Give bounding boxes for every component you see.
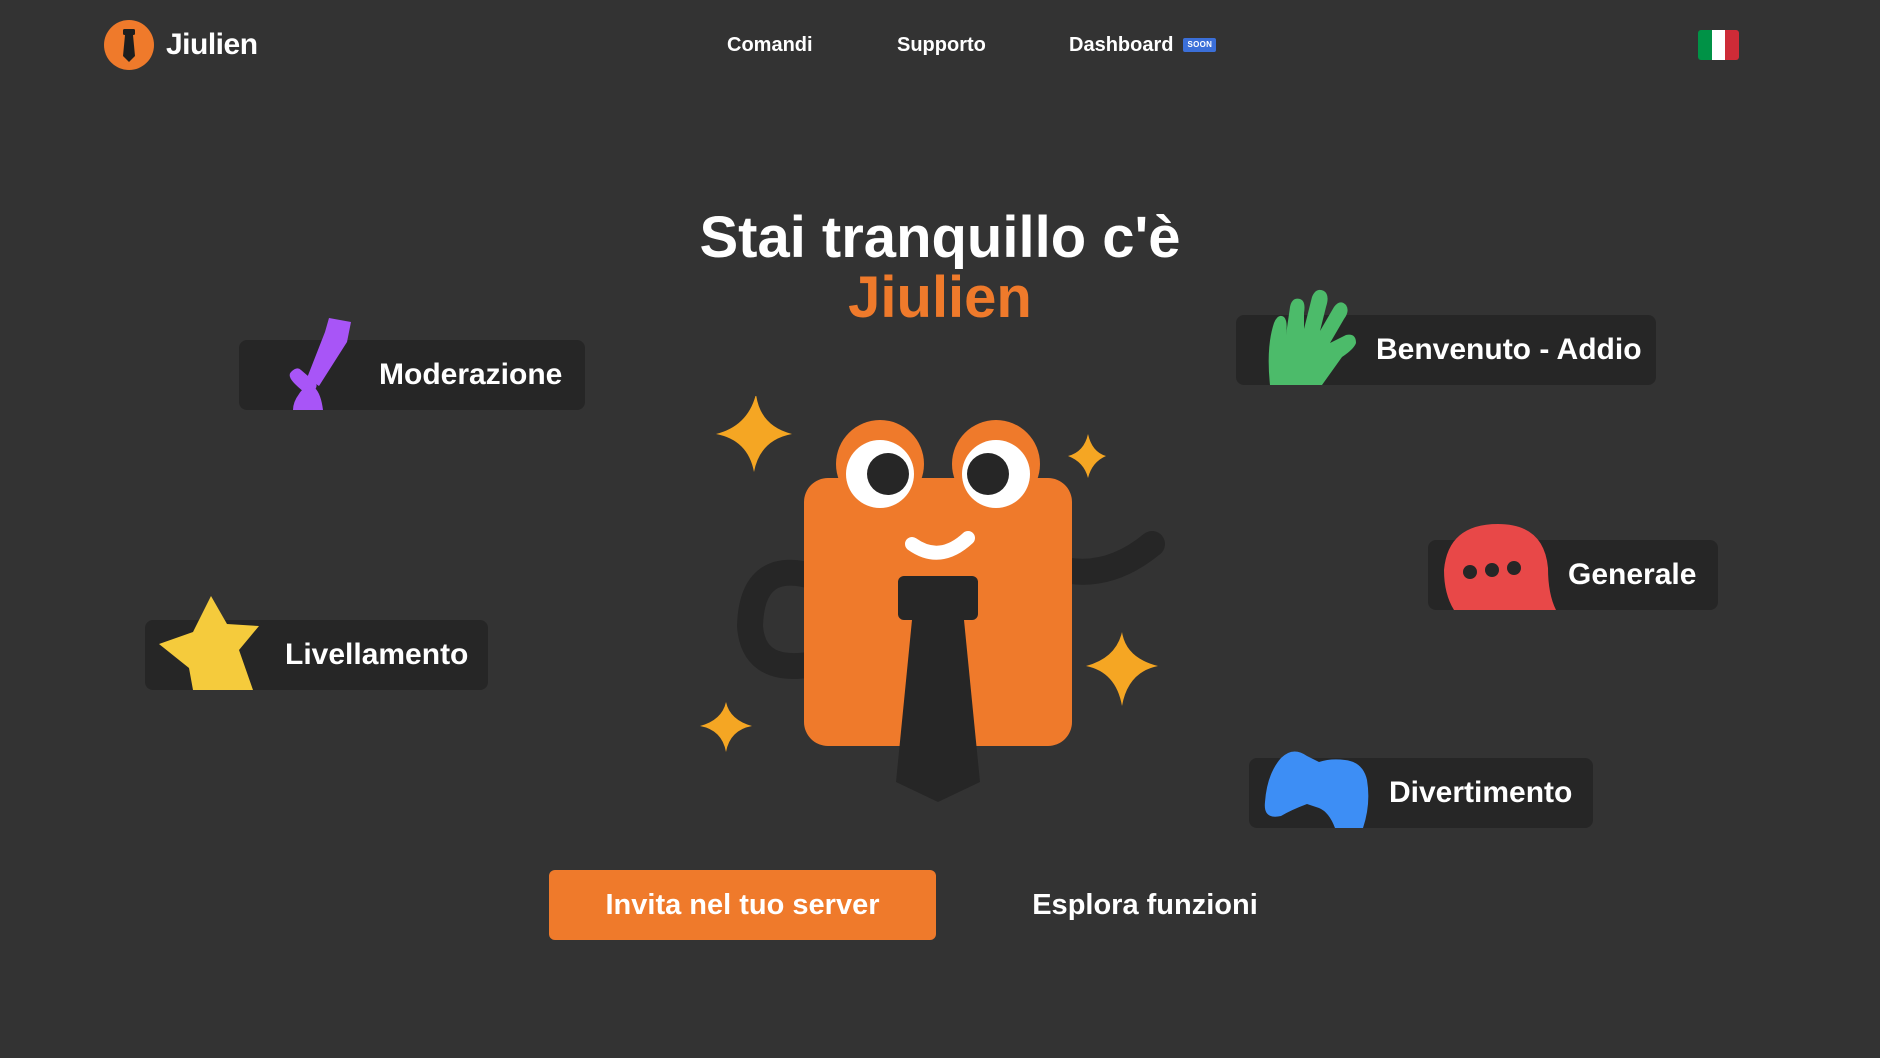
- hero-title-line1: Stai tranquillo c'è: [699, 205, 1181, 270]
- main-nav: Comandi Supporto Dashboard SOON: [0, 30, 1880, 60]
- nav-link-supporto[interactable]: Supporto: [897, 30, 986, 60]
- feature-label-livellamento: Livellamento: [285, 638, 469, 671]
- jiulien-mascot-icon: [700, 396, 1165, 802]
- hero-title: Stai tranquillo c'è Jiulien: [0, 208, 1880, 328]
- nav-link-dashboard[interactable]: Dashboard SOON: [1069, 30, 1217, 60]
- waving-hand-icon: [1268, 289, 1356, 385]
- invite-server-button[interactable]: Invita nel tuo server: [549, 870, 936, 940]
- feature-label-benvenuto-addio: Benvenuto - Addio: [1376, 333, 1642, 366]
- feature-card-moderazione[interactable]: Moderazione: [239, 318, 585, 410]
- feature-card-generale[interactable]: Generale: [1428, 524, 1718, 610]
- feature-label-divertimento: Divertimento: [1389, 776, 1573, 809]
- feature-card-benvenuto-addio[interactable]: Benvenuto - Addio: [1236, 289, 1656, 385]
- nav-link-comandi[interactable]: Comandi: [727, 30, 813, 60]
- sparkle-icon: [1068, 434, 1106, 478]
- nav-dashboard-label: Dashboard: [1069, 34, 1174, 56]
- feature-label-moderazione: Moderazione: [379, 358, 563, 391]
- feature-label-generale: Generale: [1568, 558, 1697, 591]
- star-icon: [159, 596, 259, 690]
- sparkle-icon: [716, 396, 792, 472]
- feature-card-livellamento[interactable]: Livellamento: [145, 596, 488, 690]
- chat-bubble-icon: [1444, 524, 1556, 610]
- feature-card-divertimento[interactable]: Divertimento: [1249, 751, 1593, 828]
- flag-stripe-green: [1698, 30, 1712, 60]
- sparkle-icon: [700, 702, 752, 752]
- flag-stripe-red: [1725, 30, 1739, 60]
- sparkle-icon: [1086, 632, 1158, 706]
- flag-stripe-white: [1711, 30, 1726, 60]
- gamepad-icon: [1264, 751, 1369, 828]
- explore-features-button[interactable]: Esplora funzioni: [1000, 870, 1290, 940]
- italian-flag-icon[interactable]: [1698, 30, 1739, 60]
- landing-page: Jiulien Comandi Supporto Dashboard SOON S…: [0, 0, 1880, 1058]
- soon-badge: SOON: [1183, 38, 1217, 52]
- sword-icon: [289, 318, 351, 410]
